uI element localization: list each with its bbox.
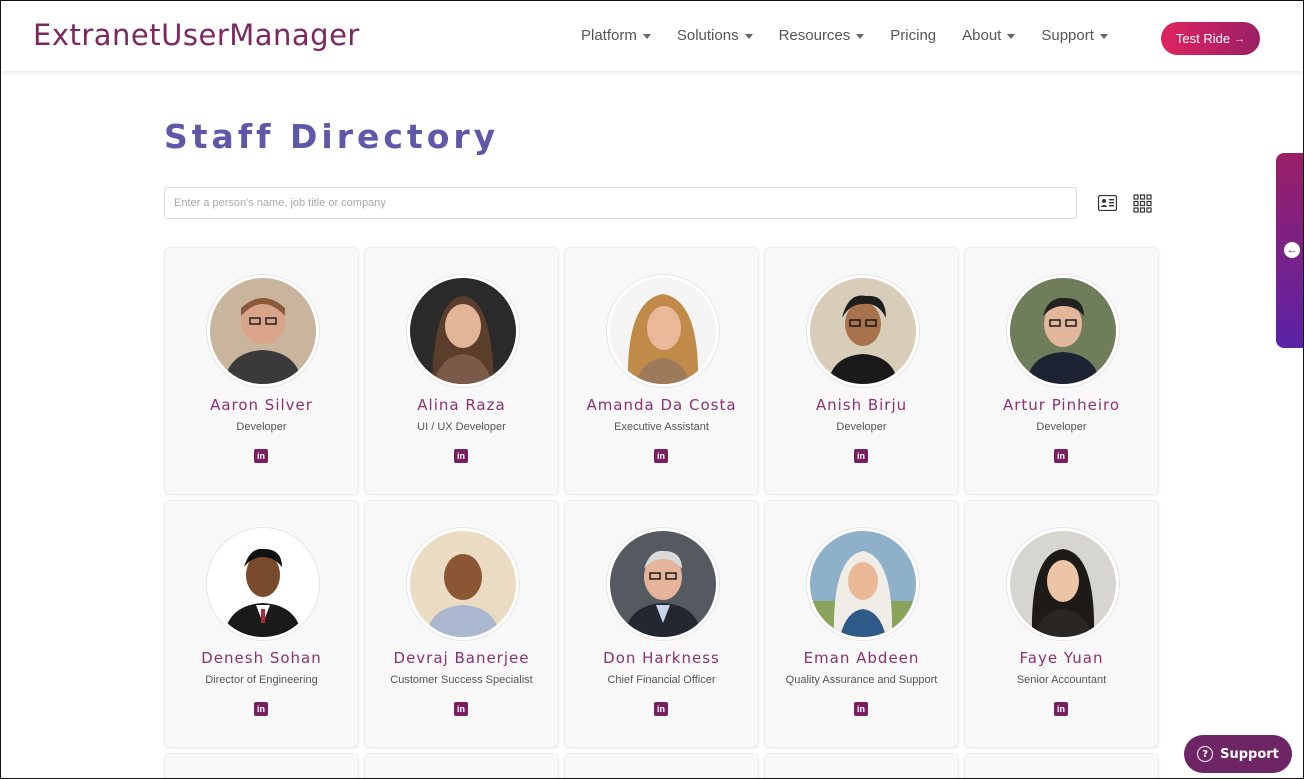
linkedin-icon[interactable]: in bbox=[654, 702, 668, 716]
linkedin-icon[interactable]: in bbox=[1054, 702, 1068, 716]
nav-about[interactable]: About bbox=[962, 27, 1016, 44]
nav-label: Pricing bbox=[890, 27, 937, 44]
caret-down-icon bbox=[744, 33, 753, 39]
staff-title: Executive Assistant bbox=[614, 421, 709, 433]
arrow-right-icon: → bbox=[1234, 32, 1246, 45]
nav-label: About bbox=[962, 27, 1002, 44]
staff-card[interactable]: Aaron Silver Developer in bbox=[164, 247, 359, 495]
avatar bbox=[607, 275, 719, 387]
nav-pricing[interactable]: Pricing bbox=[890, 27, 936, 44]
nav-solutions[interactable]: Solutions bbox=[677, 27, 753, 44]
staff-card[interactable]: Faye Yuan Senior Accountant in bbox=[964, 500, 1159, 748]
nav-label: Platform bbox=[581, 27, 637, 44]
test-ride-label: Test Ride bbox=[1175, 31, 1231, 46]
linkedin-icon[interactable]: in bbox=[454, 702, 468, 716]
test-ride-button[interactable]: Test Ride → bbox=[1161, 22, 1260, 55]
avatar bbox=[807, 528, 919, 640]
staff-title: Developer bbox=[1036, 421, 1087, 433]
linkedin-icon[interactable]: in bbox=[254, 449, 268, 463]
avatar bbox=[407, 528, 519, 640]
main-nav: Platform Solutions Resources Pricing Abo… bbox=[581, 27, 1108, 44]
side-panel-tab[interactable]: ← bbox=[1276, 153, 1303, 348]
staff-card[interactable]: Denesh Sohan Director of Engineering in bbox=[164, 500, 359, 748]
nav-label: Support bbox=[1041, 27, 1094, 44]
staff-card[interactable]: Eman Abdeen Quality Assurance and Suppor… bbox=[764, 500, 959, 748]
staff-title: Quality Assurance and Support bbox=[785, 674, 938, 686]
nav-label: Solutions bbox=[676, 27, 739, 44]
staff-title: Developer bbox=[836, 421, 887, 433]
staff-name[interactable]: Devraj Banerjee bbox=[365, 649, 558, 667]
grid-view-icon[interactable] bbox=[1133, 194, 1152, 213]
avatar bbox=[207, 275, 319, 387]
staff-name[interactable]: Anish Birju bbox=[765, 396, 958, 414]
staff-card[interactable]: Artur Pinheiro Developer in bbox=[964, 247, 1159, 495]
support-label: Support bbox=[1220, 746, 1279, 762]
staff-name[interactable]: Aaron Silver bbox=[165, 396, 358, 414]
linkedin-icon[interactable]: in bbox=[254, 702, 268, 716]
nav-label: Resources bbox=[778, 27, 851, 44]
staff-card[interactable]: Devraj Banerjee Customer Success Special… bbox=[364, 500, 559, 748]
staff-card[interactable] bbox=[764, 753, 959, 778]
staff-name[interactable]: Eman Abdeen bbox=[765, 649, 958, 667]
staff-card[interactable]: Amanda Da Costa Executive Assistant in bbox=[564, 247, 759, 495]
nav-platform[interactable]: Platform bbox=[581, 27, 651, 44]
staff-card[interactable] bbox=[564, 753, 759, 778]
linkedin-icon[interactable]: in bbox=[454, 449, 468, 463]
nav-support[interactable]: Support bbox=[1041, 27, 1108, 44]
staff-title: UI / UX Developer bbox=[417, 421, 506, 433]
staff-title: Customer Success Specialist bbox=[390, 674, 533, 686]
site-header: ExtranetUserManager Platform Solutions R… bbox=[1, 1, 1303, 71]
staff-card[interactable]: Don Harkness Chief Financial Officer in bbox=[564, 500, 759, 748]
staff-card[interactable] bbox=[364, 753, 559, 778]
logo[interactable]: ExtranetUserManager bbox=[33, 18, 360, 52]
staff-name[interactable]: Alina Raza bbox=[365, 396, 558, 414]
support-button[interactable]: ? Support bbox=[1184, 735, 1292, 773]
caret-down-icon bbox=[856, 33, 865, 39]
avatar bbox=[407, 275, 519, 387]
caret-down-icon bbox=[1099, 33, 1108, 39]
linkedin-icon[interactable]: in bbox=[854, 449, 868, 463]
help-icon: ? bbox=[1197, 746, 1214, 762]
staff-title: Chief Financial Officer bbox=[607, 674, 716, 686]
staff-name[interactable]: Amanda Da Costa bbox=[565, 396, 758, 414]
nav-resources[interactable]: Resources bbox=[779, 27, 865, 44]
arrow-left-icon: ← bbox=[1284, 242, 1300, 258]
staff-title: Senior Accountant bbox=[1016, 674, 1107, 686]
avatar bbox=[207, 528, 319, 640]
avatar bbox=[607, 528, 719, 640]
caret-down-icon bbox=[1007, 33, 1016, 39]
staff-title: Director of Engineering bbox=[205, 674, 318, 686]
linkedin-icon[interactable]: in bbox=[854, 702, 868, 716]
staff-name[interactable]: Don Harkness bbox=[565, 649, 758, 667]
caret-down-icon bbox=[642, 33, 651, 39]
card-view-icon[interactable] bbox=[1098, 195, 1117, 211]
staff-card[interactable] bbox=[964, 753, 1159, 778]
avatar bbox=[1007, 528, 1119, 640]
staff-name[interactable]: Artur Pinheiro bbox=[965, 396, 1158, 414]
staff-title: Developer bbox=[236, 421, 287, 433]
page-title: Staff Directory bbox=[164, 117, 500, 156]
search-input[interactable] bbox=[164, 187, 1077, 219]
staff-name[interactable]: Denesh Sohan bbox=[165, 649, 358, 667]
staff-name[interactable]: Faye Yuan bbox=[965, 649, 1158, 667]
page-frame: ExtranetUserManager Platform Solutions R… bbox=[0, 0, 1304, 779]
staff-card[interactable]: Alina Raza UI / UX Developer in bbox=[364, 247, 559, 495]
logo-text: ExtranetUserManager bbox=[33, 18, 360, 52]
avatar bbox=[807, 275, 919, 387]
linkedin-icon[interactable]: in bbox=[1054, 449, 1068, 463]
avatar bbox=[1007, 275, 1119, 387]
staff-card[interactable]: Anish Birju Developer in bbox=[764, 247, 959, 495]
staff-card[interactable] bbox=[164, 753, 359, 778]
linkedin-icon[interactable]: in bbox=[654, 449, 668, 463]
